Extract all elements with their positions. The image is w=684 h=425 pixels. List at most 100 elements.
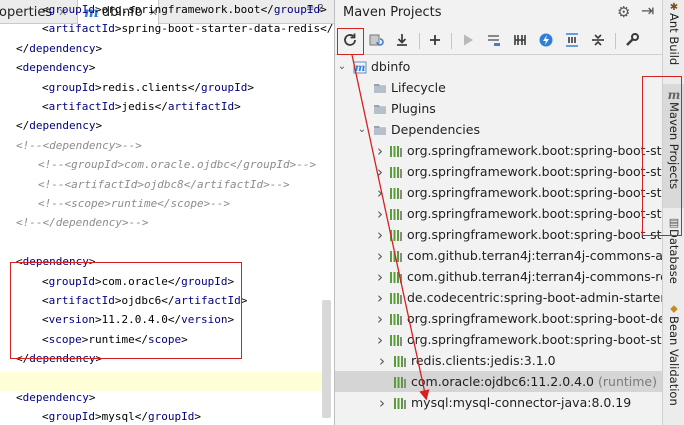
code-line[interactable]: </dependency>: [16, 116, 102, 135]
annotation-box-dependency: [10, 262, 242, 359]
tree-node-label: org.springframework.boot:spring-boot-sta…: [407, 227, 662, 242]
add-icon[interactable]: [424, 29, 446, 51]
maven-project-icon: m: [353, 60, 367, 74]
editor-scrollbar[interactable]: [322, 300, 331, 418]
chevron-right-icon[interactable]: ›: [377, 226, 383, 244]
dependency-node[interactable]: › org.springframework.boot:spring-boot-st…: [335, 329, 662, 350]
library-icon: [393, 375, 407, 389]
tree-node-label: redis.clients:jedis:3.1.0: [411, 353, 556, 368]
code-line[interactable]: <dependency>: [16, 388, 95, 407]
dependency-node[interactable]: › org.springframework.boot:spring-boot-st…: [335, 203, 662, 224]
dependency-node[interactable]: › de.codecentric:spring-boot-admin-starte…: [335, 287, 662, 308]
tree-node-label: Plugins: [391, 101, 436, 116]
toolbar-separator: [615, 33, 616, 49]
toggle-offline-icon[interactable]: [509, 29, 531, 51]
chevron-right-icon[interactable]: ›: [377, 331, 383, 349]
tree-node[interactable]: ⌄ Dependencies: [335, 119, 662, 140]
dependency-node[interactable]: › com.github.terran4j:terran4j-commons-ap…: [335, 245, 662, 266]
chevron-right-icon[interactable]: ›: [377, 394, 387, 412]
chevron-right-icon[interactable]: ›: [377, 247, 383, 265]
library-icon: [389, 207, 403, 221]
code-line[interactable]: <dependency>: [16, 58, 95, 77]
skip-tests-icon[interactable]: [535, 29, 557, 51]
ant-icon: ✱: [669, 2, 679, 13]
code-line[interactable]: <!--<artifactId>ojdbc8</artifactId>-->: [38, 175, 290, 194]
chevron-right-icon[interactable]: ›: [377, 310, 383, 328]
chevron-down-icon[interactable]: ⌄: [357, 124, 367, 135]
collapse-all-icon[interactable]: [587, 29, 609, 51]
tree-node[interactable]: Lifecycle: [335, 77, 662, 98]
download-icon[interactable]: [391, 29, 413, 51]
tree-node-label: de.codecentric:spring-boot-admin-starter…: [407, 290, 662, 305]
vtab-label: Ant Build: [667, 13, 681, 66]
maven-toolbar: [335, 27, 662, 55]
vtab-bean-validation[interactable]: ⬥ Bean Validation: [663, 302, 684, 418]
library-icon: [389, 144, 403, 158]
library-icon: [393, 396, 407, 410]
annotation-box-maven-tab: [642, 76, 682, 236]
hide-panel-icon[interactable]: ⇥: [641, 1, 654, 20]
chevron-right-icon[interactable]: ›: [377, 268, 383, 286]
tree-node-label: dbinfo: [371, 59, 411, 74]
tree-node-label: org.springframework.boot:spring-boot-sta…: [407, 143, 662, 158]
chevron-right-icon[interactable]: ›: [377, 289, 383, 307]
library-icon: [389, 333, 403, 347]
chevron-right-icon[interactable]: ›: [377, 205, 383, 223]
toolbar-separator: [419, 33, 420, 49]
tree-node[interactable]: ⌄ m dbinfo: [335, 56, 662, 77]
chevron-down-icon[interactable]: ⌄: [337, 61, 347, 72]
code-line[interactable]: <groupId>org.springframework.boot</group…: [42, 0, 327, 19]
tree-node-label: org.springframework.boot:spring-boot-sta…: [407, 185, 662, 200]
tree-node-label: mysql:mysql-connector-java:8.0.19: [411, 395, 632, 410]
run-configuration-icon[interactable]: [483, 29, 505, 51]
chevron-right-icon[interactable]: ›: [377, 352, 387, 370]
library-icon: [389, 312, 403, 326]
code-line[interactable]: <artifactId>spring-boot-starter-data-red…: [42, 19, 334, 38]
code-line[interactable]: <artifactId>jedis</artifactId>: [42, 97, 241, 116]
dependency-node[interactable]: › org.springframework.boot:spring-boot-st…: [335, 161, 662, 182]
maven-project-tree[interactable]: ⌄ m dbinfo Lifecycle Plugins ⌄ Dependencies › or…: [335, 56, 662, 425]
settings-wrench-icon[interactable]: [621, 29, 643, 51]
chevron-right-icon[interactable]: ›: [377, 142, 383, 160]
code-line[interactable]: </dependency>: [16, 39, 102, 58]
tree-node-label: com.oracle:ojdbc6:11.2.0.4.0: [411, 374, 595, 389]
gear-icon[interactable]: ⚙: [617, 3, 630, 21]
dependency-node[interactable]: › org.springframework.boot:spring-boot-st…: [335, 140, 662, 161]
code-area[interactable]: <groupId>org.springframework.boot</group…: [0, 3, 334, 425]
folder-icon: [373, 102, 387, 116]
dependency-node[interactable]: › org.springframework.boot:spring-boot-st…: [335, 182, 662, 203]
maven-projects-panel: Maven Projects ⚙ ⇥ ⌄ m dbinfo Lifecycle …: [334, 0, 662, 425]
annotation-box-refresh: [337, 28, 364, 55]
dependency-node[interactable]: › mysql:mysql-connector-java:8.0.19: [335, 392, 662, 413]
vtab-label: Bean Validation: [667, 316, 681, 406]
show-dependencies-icon[interactable]: [561, 29, 583, 51]
panel-title: Maven Projects: [343, 5, 442, 20]
code-line[interactable]: <!--<groupId>com.oracle.ojdbc</groupId>-…: [38, 155, 316, 174]
code-line[interactable]: <!--</dependency>-->: [16, 213, 148, 232]
library-icon: [389, 291, 403, 305]
library-icon: [389, 165, 403, 179]
code-line[interactable]: <groupId>mysql</groupId>: [42, 407, 201, 425]
bean-validation-icon: ⬥: [670, 302, 678, 315]
maven-panel-header: Maven Projects ⚙ ⇥: [335, 0, 662, 26]
library-icon: [389, 186, 403, 200]
code-line[interactable]: <groupId>redis.clients</groupId>: [42, 78, 254, 97]
dependency-node[interactable]: › com.github.terran4j:terran4j-commons-re…: [335, 266, 662, 287]
library-icon: [389, 249, 403, 263]
tree-node-label: org.springframework.boot:spring-boot-sta…: [407, 206, 662, 221]
code-line[interactable]: <!--<scope>runtime</scope>-->: [38, 194, 230, 213]
chevron-right-icon[interactable]: ›: [377, 184, 383, 202]
dependency-node[interactable]: › org.springframework.boot:spring-boot-de…: [335, 308, 662, 329]
code-editor[interactable]: roperties ✕ m dbinfo ✕ ≡ 2 <groupId>org.…: [0, 0, 334, 425]
generate-sources-icon[interactable]: [365, 29, 387, 51]
chevron-right-icon[interactable]: ›: [377, 163, 383, 181]
code-line[interactable]: <!--<dependency>-->: [16, 136, 142, 155]
tree-node[interactable]: Plugins: [335, 98, 662, 119]
dependency-node[interactable]: › org.springframework.boot:spring-boot-st…: [335, 224, 662, 245]
dependency-node[interactable]: › redis.clients:jedis:3.1.0: [335, 350, 662, 371]
library-icon: [389, 228, 403, 242]
run-icon[interactable]: [457, 29, 479, 51]
vtab-ant-build[interactable]: ✱ Ant Build: [663, 2, 684, 74]
library-icon: [389, 270, 403, 284]
dependency-node[interactable]: com.oracle:ojdbc6:11.2.0.4.0 (runtime): [335, 371, 662, 392]
